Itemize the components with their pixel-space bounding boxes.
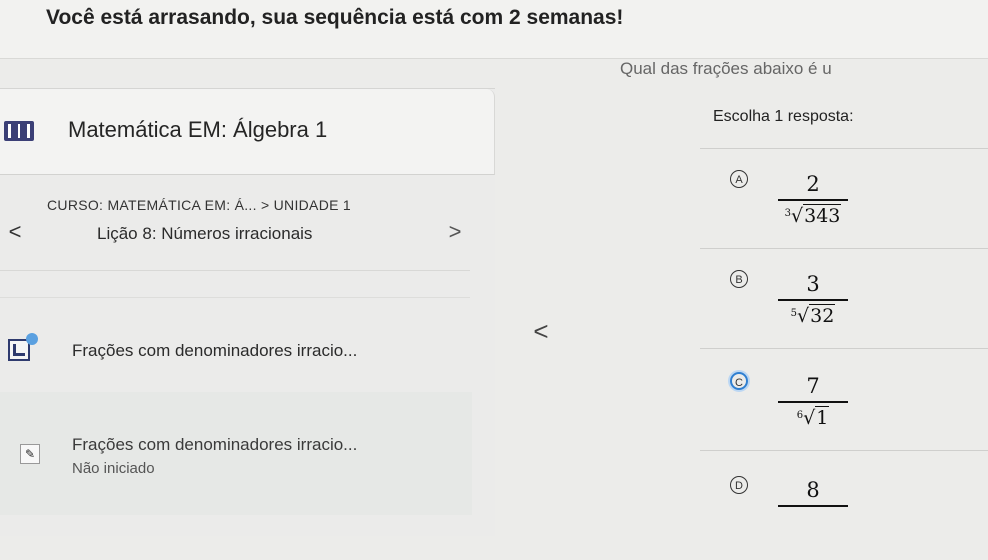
fraction-bar xyxy=(778,505,848,507)
option-letter: B xyxy=(730,270,748,288)
radicand: 1 xyxy=(815,406,830,429)
previous-lesson-button[interactable]: < xyxy=(0,217,30,247)
root-index: 3 xyxy=(784,208,791,219)
question-panel: Escolha 1 resposta: A 2 3√343 B 3 5√32 C… xyxy=(700,100,988,535)
lesson-title: Lição 8: Números irracionais xyxy=(97,224,313,243)
question-text: Qual das frações abaixo é u xyxy=(620,62,832,78)
streak-banner: Você está arrasando, sua sequência está … xyxy=(0,0,988,59)
answer-option-c[interactable]: C 7 6√1 xyxy=(730,372,870,456)
fraction: 3 5√32 xyxy=(778,272,848,327)
book-icon xyxy=(4,121,34,141)
answer-option-a[interactable]: A 2 3√343 xyxy=(730,170,870,254)
radical-icon: √ xyxy=(791,205,804,227)
answer-option-d[interactable]: D 8 xyxy=(730,476,870,560)
option-letter: C xyxy=(730,372,748,390)
pencil-icon: ✎ xyxy=(20,444,40,464)
fraction: 2 3√343 xyxy=(778,172,848,227)
breadcrumb[interactable]: CURSO: MATEMÁTICA EM: Á... > UNIDADE 1 xyxy=(47,197,351,213)
radicand: 32 xyxy=(809,304,836,327)
answer-prompt: Escolha 1 resposta: xyxy=(713,108,854,125)
fraction-bar xyxy=(778,199,848,201)
course-sidebar: Matemática EM: Álgebra 1 CURSO: MATEMÁTI… xyxy=(0,88,495,536)
lesson-item-label: Frações com denominadores irracio... xyxy=(72,435,358,454)
course-header[interactable]: Matemática EM: Álgebra 1 xyxy=(0,89,495,175)
fraction-bar xyxy=(778,401,848,403)
fraction-bar xyxy=(778,299,848,301)
numerator: 7 xyxy=(806,374,820,398)
streak-message: Você está arrasando, sua sequência está … xyxy=(46,6,624,29)
radicand: 343 xyxy=(803,204,842,227)
course-title: Matemática EM: Álgebra 1 xyxy=(68,117,328,142)
fraction: 8 xyxy=(778,478,848,511)
denominator: 3√343 xyxy=(778,204,848,227)
option-letter: A xyxy=(730,170,748,188)
status-badge xyxy=(26,333,38,345)
lesson-item-label: Frações com denominadores irracio... xyxy=(72,341,358,360)
root-index: 6 xyxy=(796,410,804,421)
option-letter: D xyxy=(730,476,748,494)
divider xyxy=(0,297,470,298)
radical-icon: √ xyxy=(797,305,810,327)
numerator: 8 xyxy=(806,478,820,502)
numerator: 2 xyxy=(806,172,820,196)
lesson-item-status: Não iniciado xyxy=(72,460,155,477)
divider xyxy=(700,248,988,249)
divider xyxy=(700,148,988,149)
collapse-sidebar-button[interactable]: < xyxy=(526,316,556,346)
root-index: 5 xyxy=(790,308,798,319)
fraction: 7 6√1 xyxy=(778,374,848,429)
divider xyxy=(700,450,988,451)
denominator: 5√32 xyxy=(778,304,848,327)
denominator: 6√1 xyxy=(778,406,848,429)
next-lesson-button[interactable]: > xyxy=(440,217,470,247)
answer-option-b[interactable]: B 3 5√32 xyxy=(730,270,870,354)
divider xyxy=(700,348,988,349)
radical-icon: √ xyxy=(803,407,816,429)
numerator: 3 xyxy=(806,272,820,296)
lesson-item-2[interactable]: ✎ Frações com denominadores irracio... N… xyxy=(0,392,472,515)
divider xyxy=(0,270,470,271)
